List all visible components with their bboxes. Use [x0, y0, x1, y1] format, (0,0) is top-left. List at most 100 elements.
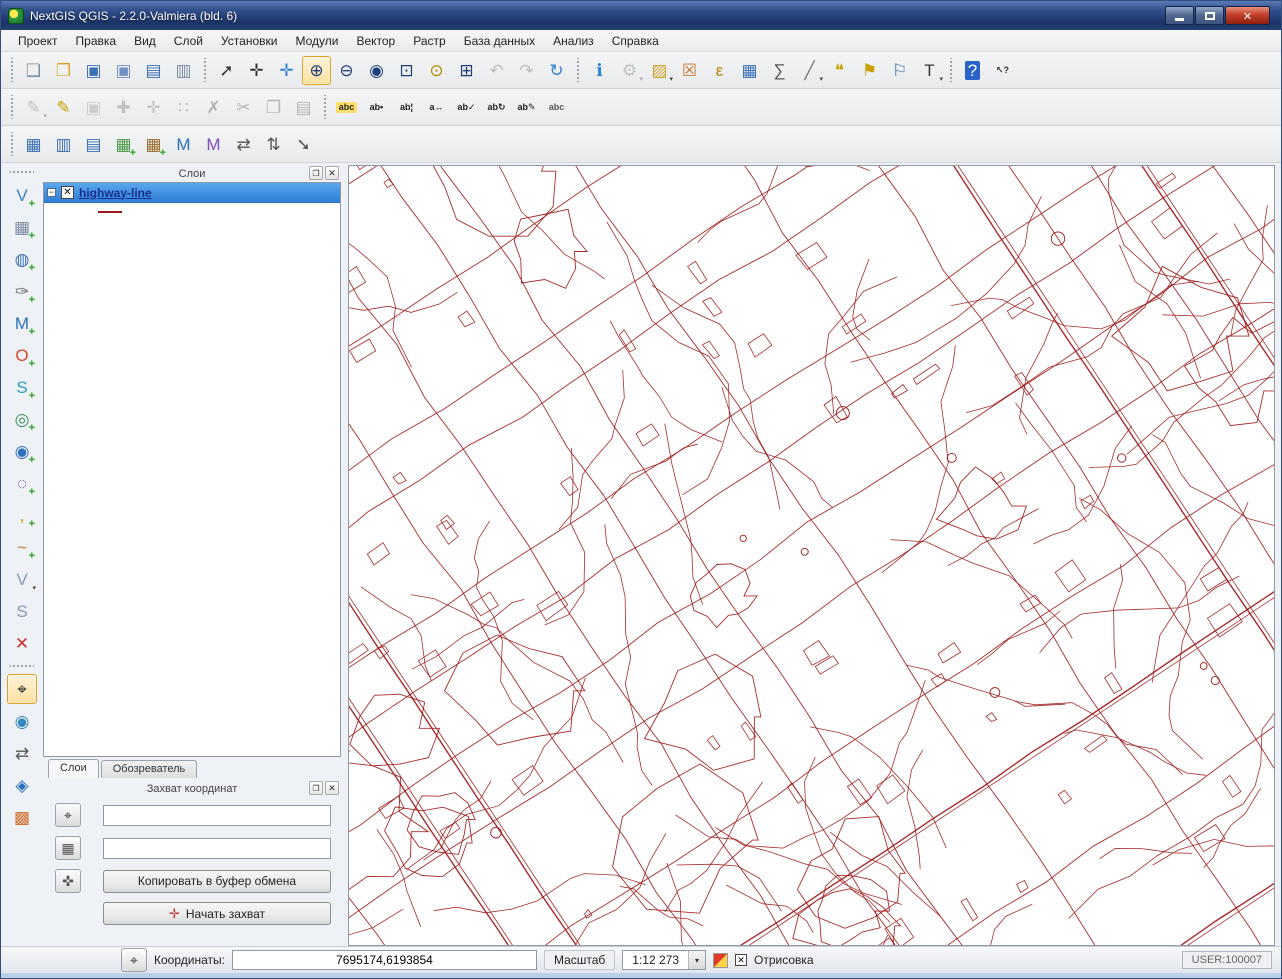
field-calculator-button[interactable]: [765, 56, 794, 85]
identify-button[interactable]: [585, 56, 614, 85]
zoom-last-button[interactable]: [482, 56, 511, 85]
new-bookmark-button[interactable]: [855, 56, 884, 85]
highlight-labels-button[interactable]: [392, 93, 421, 122]
add-oracle-layer-button[interactable]: +: [7, 340, 37, 370]
add-vector-layer-button[interactable]: +: [7, 180, 37, 210]
current-edits-button[interactable]: ▾: [19, 93, 48, 122]
menu-item-3[interactable]: Слой: [165, 31, 212, 51]
export-layer-button[interactable]: +: [139, 130, 168, 159]
map-svg[interactable]: [349, 166, 1274, 945]
zoom-next-button[interactable]: [512, 56, 541, 85]
wgs84-coordinate-button[interactable]: [55, 803, 81, 827]
capture-panel-titlebar[interactable]: Захват координат: [43, 780, 341, 797]
measure-button[interactable]: ▾: [795, 56, 824, 85]
expander-icon[interactable]: [47, 188, 56, 197]
toolbar-grip[interactable]: [9, 58, 15, 82]
heatmap-button[interactable]: [7, 802, 37, 832]
dropdown-arrow-icon[interactable]: ▾: [669, 75, 673, 83]
coordinate-tracker-button[interactable]: [121, 948, 147, 972]
toolbar-grip[interactable]: [575, 58, 581, 82]
labeling-button[interactable]: [332, 93, 361, 122]
toolbar-grip[interactable]: [10, 169, 34, 175]
scale-dropdown-icon[interactable]: [688, 951, 705, 969]
dropdown-arrow-icon[interactable]: ▾: [43, 112, 47, 120]
rotate-label-button[interactable]: [482, 93, 511, 122]
import-layer-button[interactable]: +: [109, 130, 138, 159]
context-help-button[interactable]: [988, 56, 1017, 85]
maximize-button[interactable]: [1195, 6, 1224, 25]
map-tips-button[interactable]: [825, 56, 854, 85]
pin-labels-button[interactable]: [362, 93, 391, 122]
add-sqlanywhere-layer-button[interactable]: +: [7, 372, 37, 402]
layers-tree[interactable]: highway-line: [43, 182, 341, 757]
coordinates-input[interactable]: [232, 950, 537, 970]
copy-to-clipboard-button[interactable]: Копировать в буфер обмена: [103, 870, 331, 893]
copy-features-button[interactable]: [259, 93, 288, 122]
close-button[interactable]: [1225, 6, 1270, 25]
project-crs-coordinate-button[interactable]: [55, 836, 81, 860]
pan-to-selection-button[interactable]: [272, 56, 301, 85]
help-contents-button[interactable]: [958, 56, 987, 85]
layer-visibility-checkbox[interactable]: [61, 186, 74, 199]
zoom-out-button[interactable]: [332, 56, 361, 85]
map-canvas[interactable]: [348, 165, 1275, 946]
mssql-import-button[interactable]: [169, 130, 198, 159]
scale-combo[interactable]: 1:12 273: [622, 950, 706, 970]
pan-map-button[interactable]: [242, 56, 271, 85]
mssql-export-button[interactable]: [199, 130, 228, 159]
select-by-expression-button[interactable]: [705, 56, 734, 85]
tab-browser[interactable]: Обозреватель: [101, 760, 198, 778]
offline-editing-button[interactable]: [7, 738, 37, 768]
add-feature-button[interactable]: [109, 93, 138, 122]
query-tool-button[interactable]: [79, 130, 108, 159]
deselect-all-button[interactable]: [675, 56, 704, 85]
show-hide-labels-button[interactable]: [452, 93, 481, 122]
sync-offline-button[interactable]: [259, 130, 288, 159]
refresh-button[interactable]: [542, 56, 571, 85]
menu-item-9[interactable]: Анализ: [544, 31, 603, 51]
road-graph-button[interactable]: [289, 130, 318, 159]
delete-selected-button[interactable]: [199, 93, 228, 122]
open-project-button[interactable]: [49, 56, 78, 85]
spatial-query-button[interactable]: [7, 770, 37, 800]
zoom-in-button[interactable]: [302, 56, 331, 85]
panel-float-button[interactable]: [309, 166, 323, 180]
menu-item-7[interactable]: Растр: [404, 31, 454, 51]
toolbar-grip[interactable]: [948, 58, 954, 82]
evis-event-browser-button[interactable]: [7, 706, 37, 736]
tab-layers[interactable]: Слои: [48, 759, 99, 778]
new-project-button[interactable]: [19, 56, 48, 85]
layer-item-highway-line[interactable]: highway-line: [44, 183, 340, 203]
titlebar[interactable]: NextGIS QGIS - 2.2.0-Valmiera (bld. 6): [1, 1, 1281, 30]
new-spatialite-layer-button[interactable]: [7, 596, 37, 626]
new-shapefile-layer-button[interactable]: ▾: [7, 564, 37, 594]
add-gpx-layer-button[interactable]: +: [7, 532, 37, 562]
menu-item-5[interactable]: Модули: [286, 31, 347, 51]
zoom-actual-button[interactable]: [362, 56, 391, 85]
dropdown-arrow-icon[interactable]: ▾: [639, 75, 643, 83]
move-label-button[interactable]: [422, 93, 451, 122]
label-properties-button[interactable]: [542, 93, 571, 122]
add-mssql-layer-button[interactable]: +: [7, 308, 37, 338]
track-mouse-button[interactable]: [55, 869, 81, 893]
render-checkbox[interactable]: [735, 954, 747, 966]
zoom-to-selection-button[interactable]: [422, 56, 451, 85]
minimize-button[interactable]: [1165, 6, 1194, 25]
composer-manager-button[interactable]: [169, 56, 198, 85]
toolbar-grip[interactable]: [9, 132, 15, 156]
panel-close-button[interactable]: [325, 781, 339, 795]
coordinate-capture-button[interactable]: [7, 674, 37, 704]
add-wcs-layer-button[interactable]: +: [7, 436, 37, 466]
open-attribute-table-button[interactable]: [735, 56, 764, 85]
add-spatialite-layer-button[interactable]: +: [7, 276, 37, 306]
toolbar-grip[interactable]: [202, 58, 208, 82]
add-raster-layer-button[interactable]: +: [7, 212, 37, 242]
zoom-full-button[interactable]: [392, 56, 421, 85]
layers-panel-titlebar[interactable]: Слои: [43, 165, 341, 182]
save-project-button[interactable]: [79, 56, 108, 85]
db-manager-button[interactable]: [19, 130, 48, 159]
change-label-button[interactable]: [512, 93, 541, 122]
menu-item-4[interactable]: Установки: [212, 31, 286, 51]
table-manager-button[interactable]: [49, 130, 78, 159]
zoom-to-layer-button[interactable]: [452, 56, 481, 85]
